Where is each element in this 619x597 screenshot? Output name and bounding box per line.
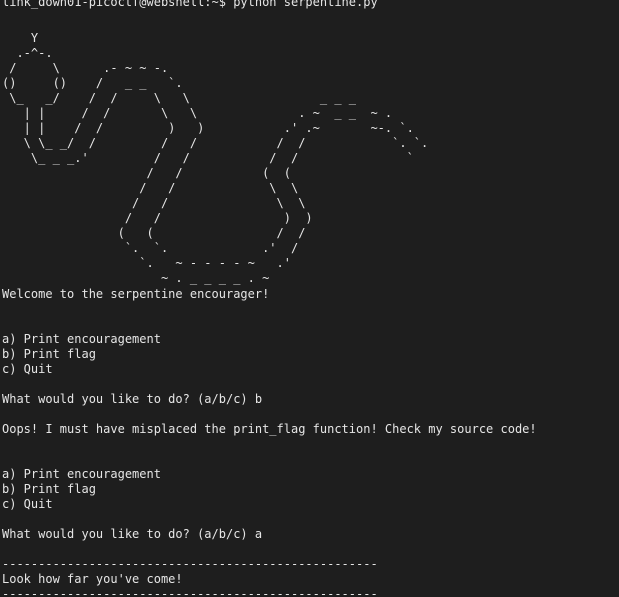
menu-option-quit: c) Quit: [2, 362, 53, 376]
error-message: Oops! I must have misplaced the print_fl…: [2, 422, 537, 436]
encouragement-message: Look how far you've come!: [2, 572, 183, 586]
menu-option-flag: b) Print flag: [2, 347, 96, 361]
choice-prompt: What would you like to do? (a/b/c) b: [2, 392, 263, 406]
terminal-window[interactable]: link_down01-picoctf@webshell:~$ python s…: [0, 0, 619, 597]
command-line: link_down01-picoctf@webshell:~$ python s…: [2, 0, 378, 9]
menu-option-encouragement: a) Print encouragement: [2, 467, 161, 481]
serpent-ascii-art: Y .-^-. / \ .- ~ ~ -. () () / _ _ `. \_ …: [2, 31, 429, 285]
choice-prompt: What would you like to do? (a/b/c) a: [2, 527, 263, 541]
menu-option-quit: c) Quit: [2, 497, 53, 511]
welcome-message: Welcome to the serpentine encourager!: [2, 287, 270, 301]
divider: ----------------------------------------…: [2, 557, 378, 571]
divider: ----------------------------------------…: [2, 587, 378, 597]
menu-option-encouragement: a) Print encouragement: [2, 332, 161, 346]
menu-option-flag: b) Print flag: [2, 482, 96, 496]
